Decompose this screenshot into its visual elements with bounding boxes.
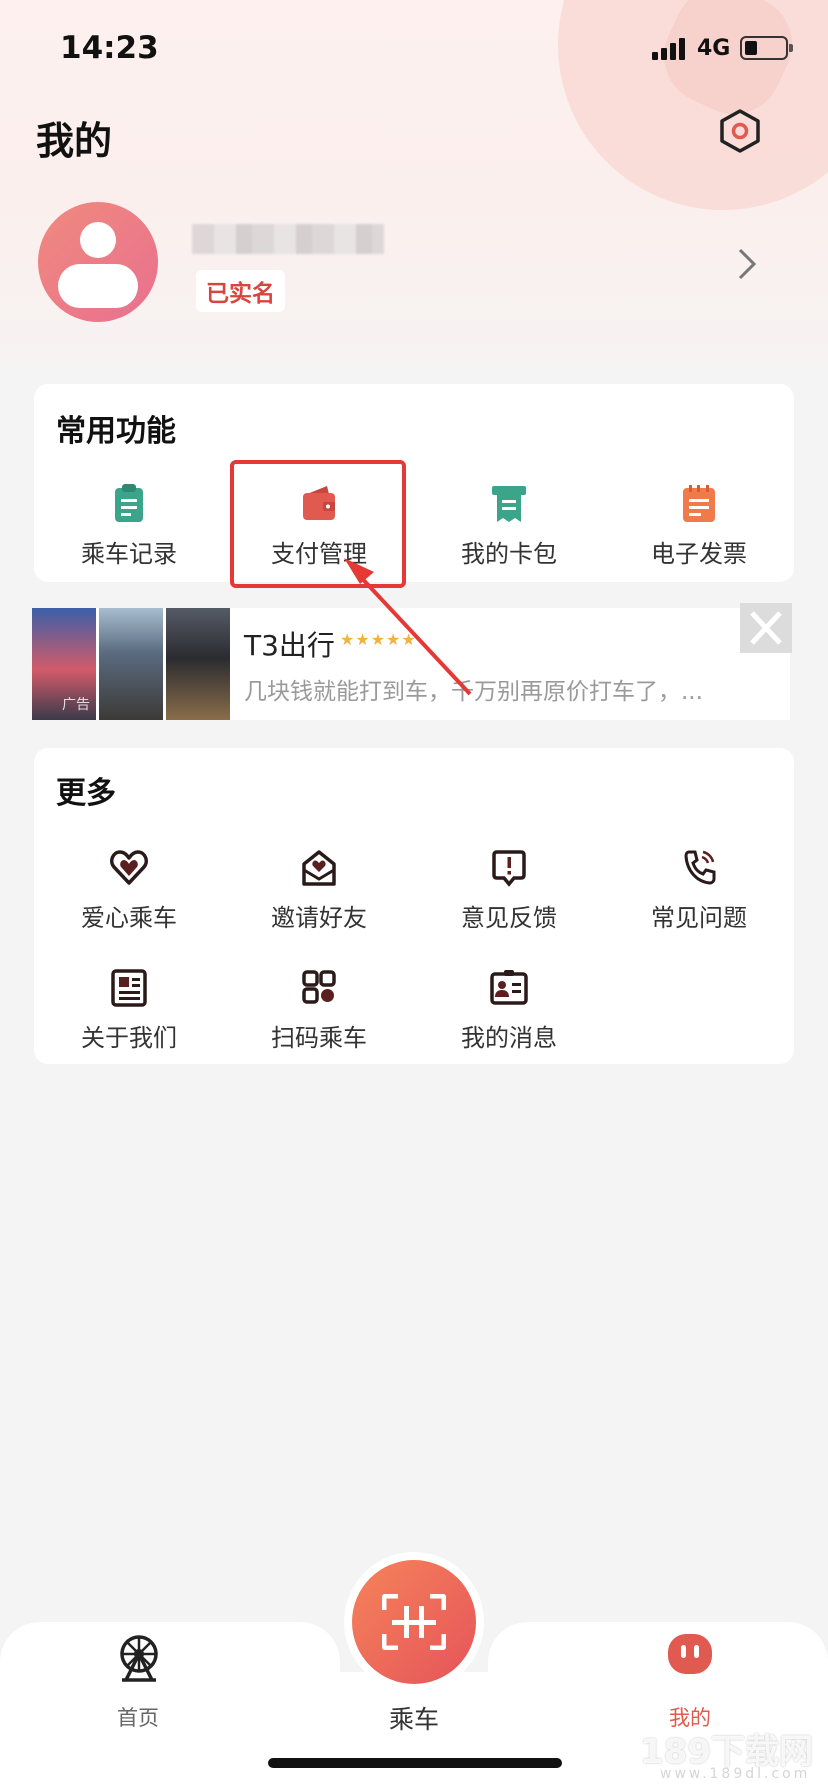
scan-ride-button[interactable]: 扫码乘车 xyxy=(224,966,414,1053)
my-messages-button[interactable]: 我的消息 xyxy=(414,966,604,1053)
feedback-icon xyxy=(492,850,526,887)
avatar[interactable] xyxy=(38,202,158,322)
e-invoice-button[interactable]: 电子发票 xyxy=(604,482,794,569)
phone-icon xyxy=(684,850,716,885)
highlight-annotation-box xyxy=(230,460,406,588)
about-icon xyxy=(111,969,147,1007)
grid-item-label: 意见反馈 xyxy=(461,904,557,932)
ad-title: T3出行 xyxy=(244,629,335,662)
avatar-body xyxy=(58,264,138,308)
about-us-button[interactable]: 关于我们 xyxy=(34,966,224,1053)
qr-icon xyxy=(302,970,336,1004)
status-time: 14:23 xyxy=(60,30,159,66)
tab-home-label: 首页 xyxy=(117,1706,159,1730)
card-pack-icon xyxy=(492,486,526,522)
scan-icon xyxy=(382,1594,446,1650)
grid-item-label: 我的消息 xyxy=(461,1024,557,1052)
ad-rating-stars: ★★★★★ xyxy=(340,630,417,649)
grid-item-label: 邀请好友 xyxy=(271,904,367,932)
more-card: 更多 爱心乘车 邀请好友 意见反馈 常见问题 关于我们 扫码乘车 我的消息 xyxy=(34,748,794,1064)
feedback-button[interactable]: 意见反馈 xyxy=(414,846,604,933)
section-title-common: 常用功能 xyxy=(56,414,176,449)
ride-records-button[interactable]: 乘车记录 xyxy=(34,482,224,569)
grid-item-label: 爱心乘车 xyxy=(81,904,177,932)
ad-thumbnail xyxy=(99,608,163,720)
watermark-url: www.189dl.com xyxy=(660,1766,811,1782)
tab-home[interactable]: 首页 xyxy=(78,1622,198,1742)
verified-badge: 已实名 xyxy=(196,270,285,312)
grid-item-label: 乘车记录 xyxy=(81,540,177,568)
ride-scan-button[interactable] xyxy=(352,1560,476,1684)
ad-tag: 广告 xyxy=(62,697,90,713)
invite-friends-button[interactable]: 邀请好友 xyxy=(224,846,414,933)
invoice-icon xyxy=(683,485,715,522)
grid-item-label: 我的卡包 xyxy=(461,540,557,568)
message-icon xyxy=(490,970,528,1005)
signal-icon xyxy=(652,38,690,60)
grid-item-label: 关于我们 xyxy=(81,1024,177,1052)
section-title-more: 更多 xyxy=(56,776,116,811)
battery-icon xyxy=(740,36,793,60)
chevron-right-icon[interactable] xyxy=(736,246,758,282)
grid-item-label: 常见问题 xyxy=(651,904,747,932)
avatar-head xyxy=(80,222,116,258)
network-type: 4G xyxy=(697,36,731,61)
tab-ride-label: 乘车 xyxy=(388,1705,439,1734)
home-indicator xyxy=(268,1758,562,1768)
grid-item-label: 扫码乘车 xyxy=(271,1024,367,1052)
love-ride-button[interactable]: 爱心乘车 xyxy=(34,846,224,933)
card-pack-button[interactable]: 我的卡包 xyxy=(414,482,604,569)
ad-description: 几块钱就能打到车，千万别再原价打车了，... xyxy=(244,679,703,705)
settings-icon[interactable] xyxy=(718,108,762,154)
close-icon[interactable] xyxy=(740,603,792,653)
heart-icon xyxy=(110,850,148,885)
page-title: 我的 xyxy=(36,119,113,163)
faq-button[interactable]: 常见问题 xyxy=(604,846,794,933)
mine-face-icon xyxy=(668,1634,712,1674)
ferris-wheel-icon xyxy=(120,1635,158,1682)
invite-icon xyxy=(302,850,336,886)
ad-banner[interactable]: 广告 T3出行 ★★★★★ 几块钱就能打到车，千万别再原价打车了，... xyxy=(32,608,790,720)
common-functions-card: 常用功能 乘车记录 支付管理 我的卡包 电子发票 xyxy=(34,384,794,582)
username-blurred xyxy=(192,224,384,254)
ad-thumbnail xyxy=(166,608,230,720)
grid-item-label: 电子发票 xyxy=(651,540,747,568)
clipboard-icon xyxy=(115,484,143,522)
